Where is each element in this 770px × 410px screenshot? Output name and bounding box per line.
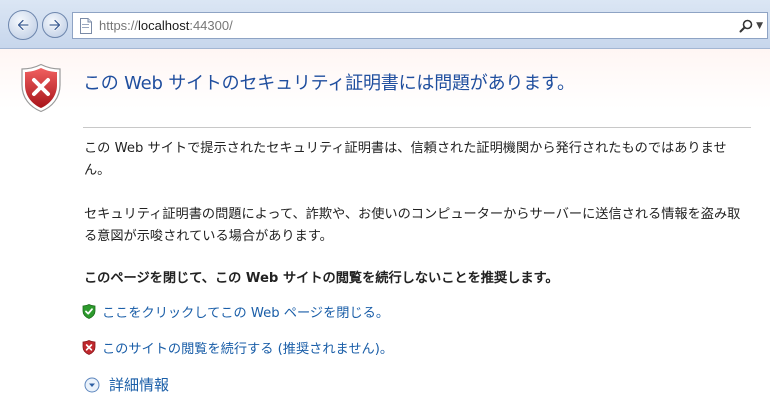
- red-shield-x-icon: [82, 340, 96, 355]
- chevron-down-circle-icon: [84, 377, 100, 392]
- browser-toolbar: https://localhost:44300/ ▼: [0, 0, 770, 49]
- continue-to-site-link[interactable]: このサイトの閲覧を続行する (推奨されません)。: [82, 338, 393, 357]
- forward-button[interactable]: [42, 12, 68, 38]
- back-arrow-icon: [17, 19, 30, 31]
- url-scheme: https://: [99, 18, 139, 33]
- url-host: localhost: [138, 18, 190, 33]
- forward-arrow-icon: [48, 19, 61, 31]
- address-bar-controls: ▼: [739, 19, 763, 33]
- certificate-error-page: この Web サイトのセキュリティ証明書には問題があります。 この Web サイ…: [0, 49, 770, 410]
- address-bar[interactable]: https://localhost:44300/ ▼: [72, 12, 768, 39]
- close-page-link-label: ここをクリックしてこの Web ページを閉じる。: [102, 306, 390, 321]
- certificate-issue-description: この Web サイトで提示されたセキュリティ証明書は、信頼された証明機関から発行…: [84, 141, 727, 178]
- chevron-down-icon[interactable]: ▼: [756, 21, 763, 31]
- more-information-label: 詳細情報: [109, 376, 170, 394]
- search-icon[interactable]: [739, 19, 753, 33]
- url-port: :44300/: [189, 18, 233, 33]
- security-risk-description: セキュリティ証明書の問題によって、詐欺や、お使いのコンピューターからサーバーに送…: [84, 207, 741, 244]
- close-page-link[interactable]: ここをクリックしてこの Web ページを閉じる。: [82, 302, 389, 321]
- red-shield-x-icon: [21, 63, 61, 113]
- page-title: この Web サイトのセキュリティ証明書には問題があります。: [83, 73, 575, 94]
- green-shield-check-icon: [82, 304, 96, 319]
- url-text[interactable]: https://localhost:44300/: [99, 18, 233, 33]
- divider: [83, 127, 751, 128]
- more-information-toggle[interactable]: 詳細情報: [84, 374, 169, 395]
- page-icon: [80, 17, 92, 34]
- back-button[interactable]: [8, 10, 38, 40]
- recommendation-text: このページを閉じて、この Web サイトの閲覧を続行しないことを推奨します。: [84, 271, 559, 286]
- continue-to-site-link-label: このサイトの閲覧を続行する (推奨されません)。: [102, 342, 394, 357]
